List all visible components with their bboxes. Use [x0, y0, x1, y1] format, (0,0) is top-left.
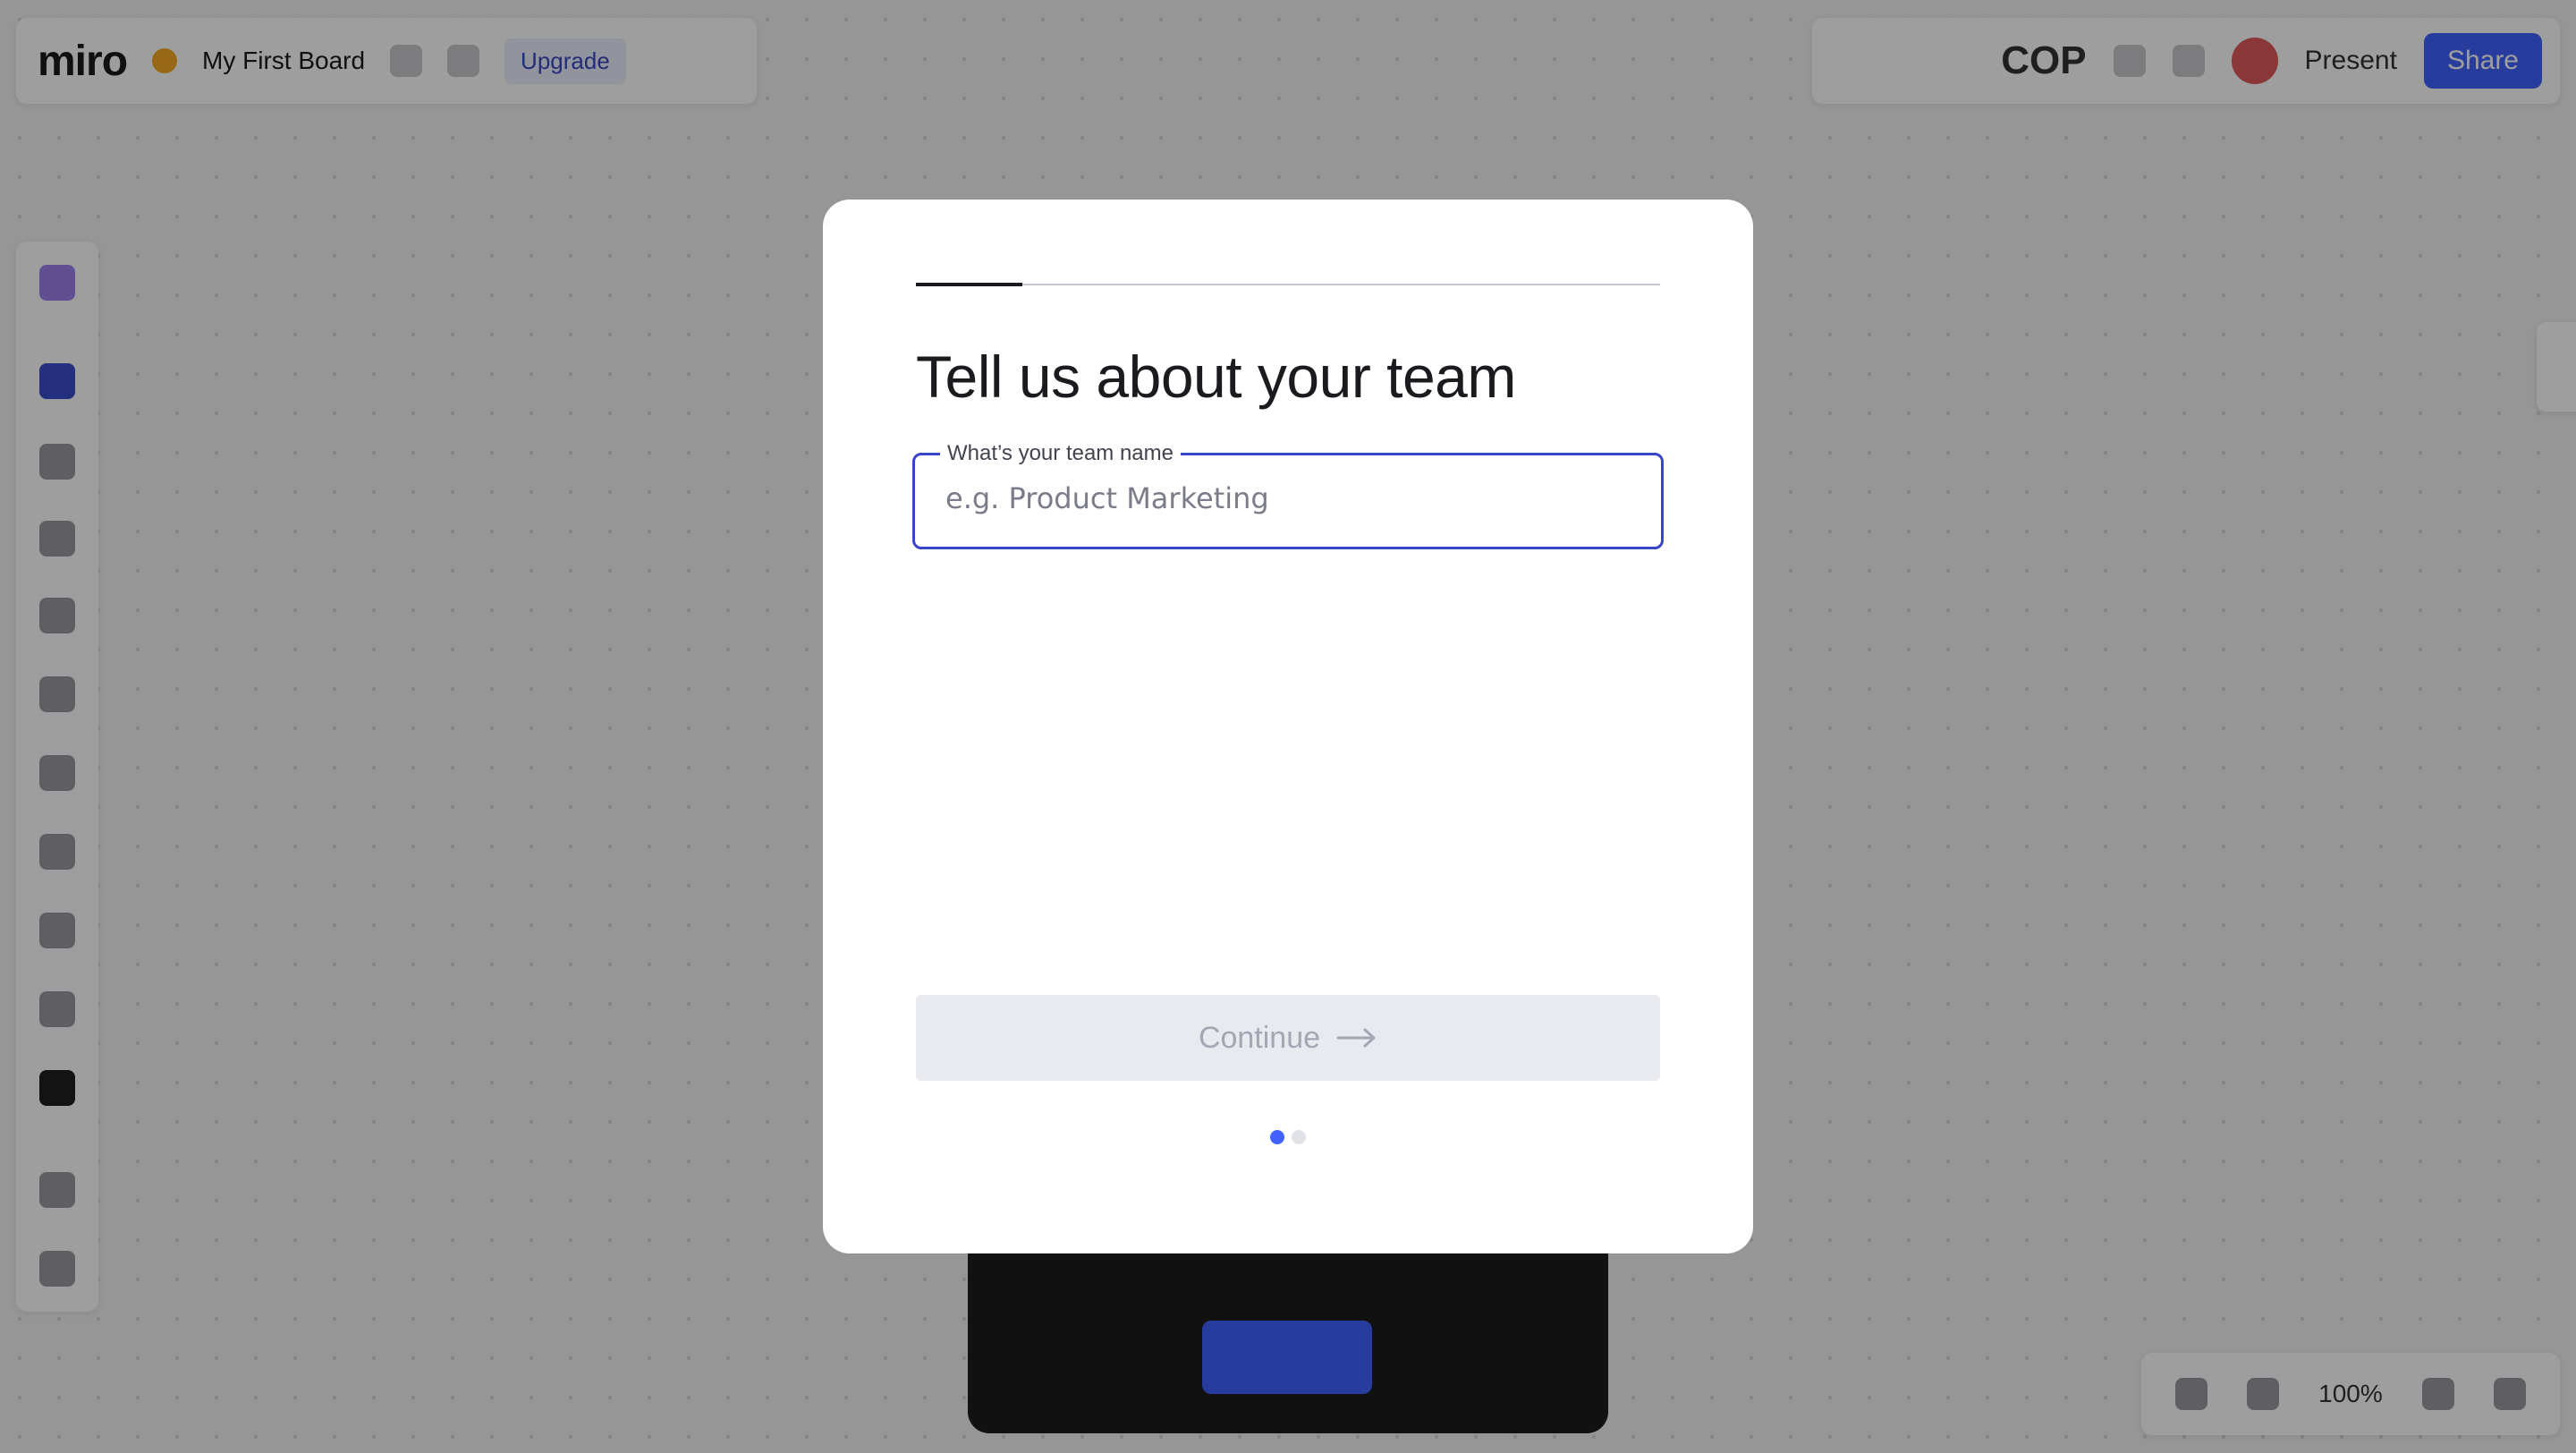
continue-button[interactable]: Continue: [916, 995, 1660, 1081]
progress-bar-fill: [916, 283, 1022, 286]
modal-title: Tell us about your team: [916, 344, 1516, 410]
step-dot: [1270, 1130, 1284, 1144]
team-name-field[interactable]: What’s your team name: [912, 441, 1664, 549]
onboarding-modal: Tell us about your team What’s your team…: [823, 200, 1753, 1253]
progress-bar: [916, 283, 1660, 286]
team-name-input[interactable]: [944, 480, 1627, 516]
team-name-label: What’s your team name: [940, 441, 1181, 466]
continue-label: Continue: [1198, 1020, 1321, 1055]
arrow-right-icon: [1336, 1028, 1376, 1048]
step-dot: [1292, 1130, 1306, 1144]
step-indicator: [1270, 1130, 1306, 1144]
